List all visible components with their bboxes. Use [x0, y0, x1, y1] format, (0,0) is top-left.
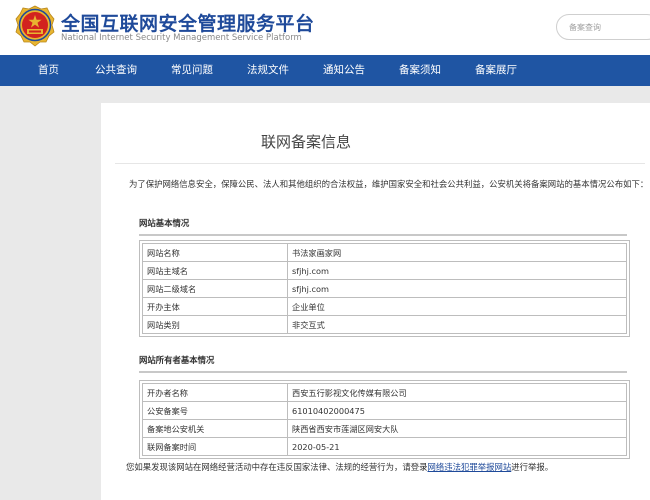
nav-regulations[interactable]: 法规文件 — [247, 55, 289, 86]
table-row: 网站名称 书法家画家网 — [142, 243, 627, 262]
main-nav: 首页 公共查询 常见问题 法规文件 通知公告 备案须知 备案展厅 — [0, 55, 650, 86]
row-label: 开办主体 — [142, 297, 288, 316]
row-label: 开办者名称 — [142, 383, 288, 402]
row-value: 非交互式 — [287, 315, 627, 334]
title-divider — [115, 163, 645, 164]
website-info-table: 网站名称 书法家画家网 网站主域名 sfjhj.com 网站二级域名 sfjhj… — [139, 240, 630, 337]
row-value: 书法家画家网 — [287, 243, 627, 262]
row-value: sfjhj.com — [287, 279, 627, 298]
row-label: 公安备案号 — [142, 401, 288, 420]
row-label: 网站主域名 — [142, 261, 288, 280]
nav-faq[interactable]: 常见问题 — [171, 55, 213, 86]
section-rule — [139, 371, 627, 373]
site-header: 全国互联网安全管理服务平台 National Internet Security… — [0, 0, 650, 55]
table-row: 网站二级域名 sfjhj.com — [142, 279, 627, 298]
section-rule — [139, 234, 627, 236]
site-title[interactable]: 全国互联网安全管理服务平台 — [61, 9, 315, 36]
nav-public-query[interactable]: 公共查询 — [95, 55, 137, 86]
table-row: 备案地公安机关 陕西省西安市莲湖区网安大队 — [142, 419, 627, 438]
page-title: 联网备案信息 — [260, 133, 351, 151]
site-subtitle: National Internet Security Management Se… — [61, 33, 302, 43]
table-row: 开办主体 企业单位 — [142, 297, 627, 316]
table-row: 网站主域名 sfjhj.com — [142, 261, 627, 280]
row-value: sfjhj.com — [287, 261, 627, 280]
owner-info-table: 开办者名称 西安五行影视文化传媒有限公司 公安备案号 6101040200047… — [139, 380, 630, 459]
search-box[interactable] — [556, 14, 650, 40]
row-value: 2020-05-21 — [287, 437, 627, 456]
table-row: 联网备案时间 2020-05-21 — [142, 437, 627, 456]
row-label: 备案地公安机关 — [142, 419, 288, 438]
row-value: 西安五行影视文化传媒有限公司 — [287, 383, 627, 402]
row-value: 61010402000475 — [287, 401, 627, 420]
footer-note: 您如果发现该网站在网络经营活动中存在违反国家法律、法规的经营行为，请登录网络违法… — [126, 461, 553, 473]
table-row: 开办者名称 西安五行影视文化传媒有限公司 — [142, 383, 627, 402]
nav-filing-gallery[interactable]: 备案展厅 — [475, 55, 517, 86]
content-panel: 联网备案信息 为了保护网络信息安全，保障公民、法人和其他组织的合法权益，维护国家… — [101, 103, 650, 500]
nav-announcements[interactable]: 通知公告 — [323, 55, 365, 86]
row-value: 企业单位 — [287, 297, 627, 316]
table-row: 公安备案号 61010402000475 — [142, 401, 627, 420]
footer-prefix: 您如果发现该网站在网络经营活动中存在违反国家法律、法规的经营行为，请登录 — [126, 462, 428, 472]
row-label: 网站二级域名 — [142, 279, 288, 298]
nav-home[interactable]: 首页 — [38, 55, 59, 86]
police-emblem-icon — [15, 5, 55, 47]
row-value: 陕西省西安市莲湖区网安大队 — [287, 419, 627, 438]
row-label: 联网备案时间 — [142, 437, 288, 456]
table-row: 网站类别 非交互式 — [142, 315, 627, 334]
owner-section-title: 网站所有者基本情况 — [139, 355, 215, 365]
row-label: 网站名称 — [142, 243, 288, 262]
intro-text: 为了保护网络信息安全，保障公民、法人和其他组织的合法权益，维护国家安全和社会公共… — [129, 179, 649, 189]
nav-filing-notice[interactable]: 备案须知 — [399, 55, 441, 86]
search-input[interactable] — [569, 20, 649, 34]
row-label: 网站类别 — [142, 315, 288, 334]
footer-suffix: 进行举报。 — [511, 462, 554, 472]
report-site-link[interactable]: 网络违法犯罪举报网站 — [428, 462, 512, 472]
website-section-title: 网站基本情况 — [139, 218, 190, 228]
